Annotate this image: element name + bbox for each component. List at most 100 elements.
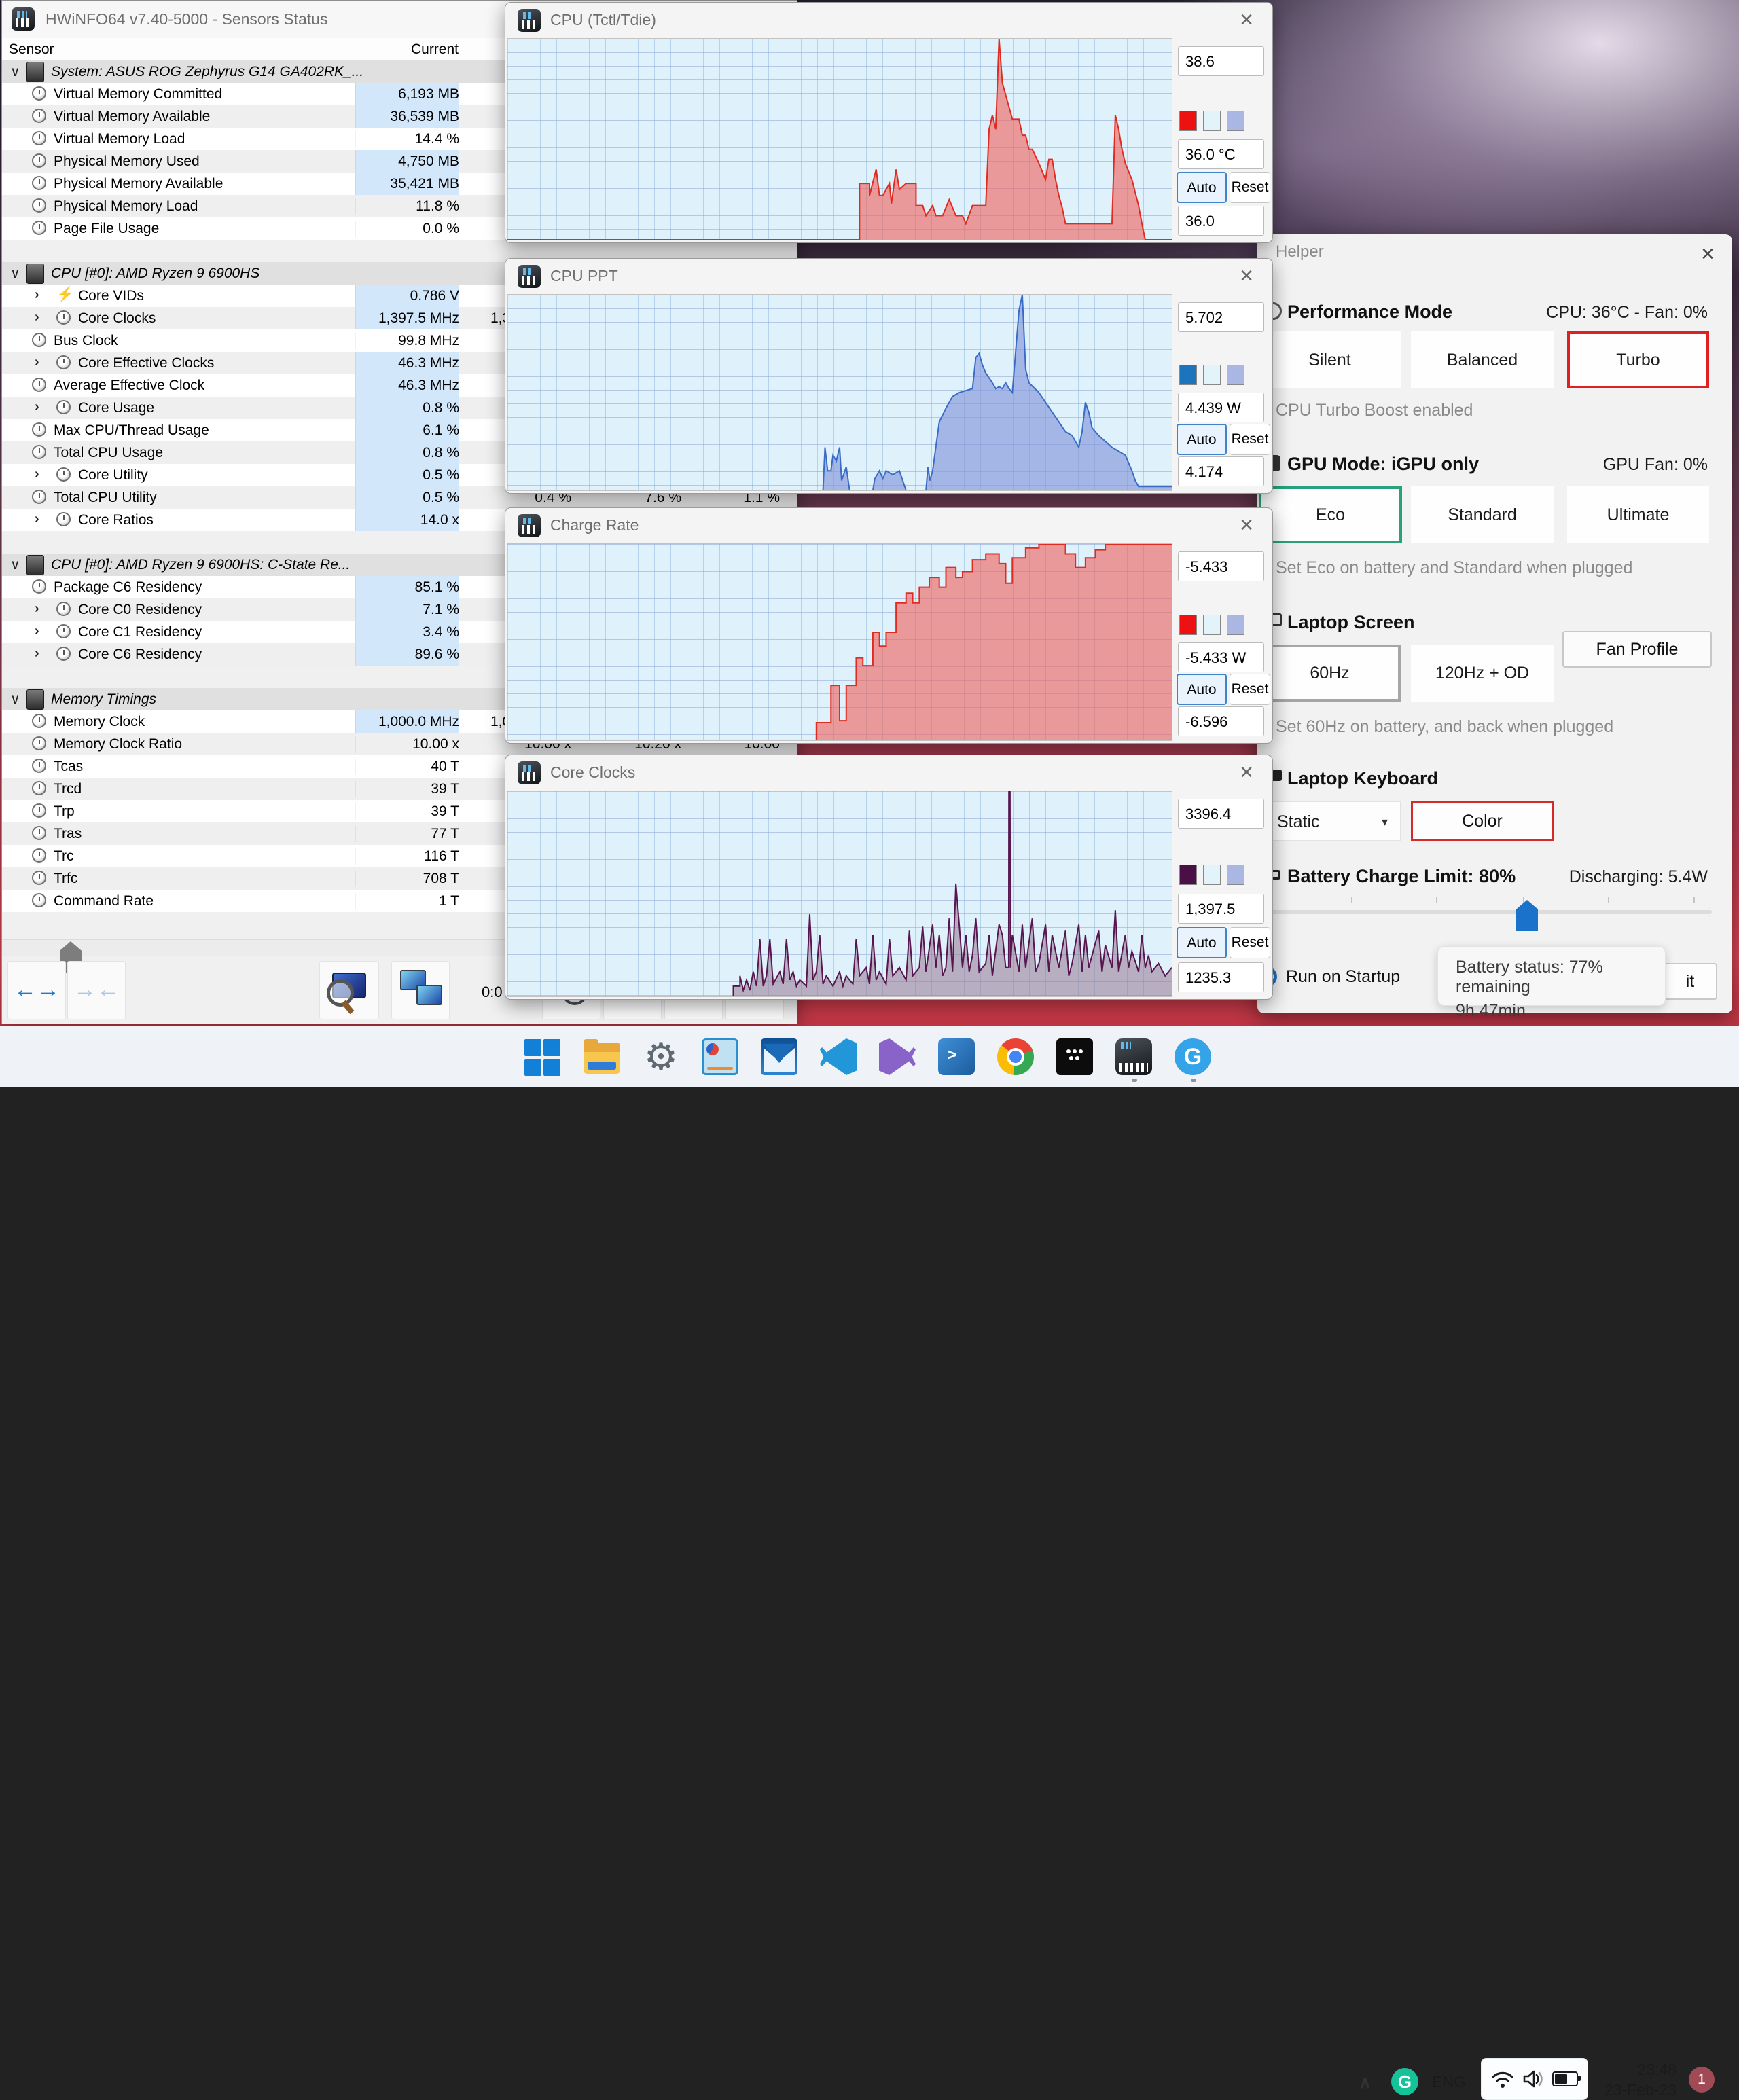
magnifier-icon <box>327 979 354 1007</box>
series-color-swatch[interactable] <box>1179 865 1197 885</box>
expand-chevron-icon[interactable]: › <box>35 399 39 415</box>
notification-badge[interactable]: 1 <box>1689 2067 1715 2093</box>
grid-color-swatch[interactable] <box>1227 865 1244 885</box>
sensor-current-value: 6.1 % <box>355 419 459 441</box>
sensor-label: Memory Clock <box>54 714 145 729</box>
reset-button[interactable]: Reset <box>1230 927 1270 958</box>
background-color-swatch[interactable] <box>1203 615 1221 635</box>
collapse-columns-button[interactable]: →← <box>67 961 126 1019</box>
quit-button-fragment[interactable]: it <box>1663 963 1717 1000</box>
battery-status-tooltip: Battery status: 77% remaining 9h 47min <box>1437 946 1666 1020</box>
expand-chevron-icon[interactable]: › <box>35 646 39 662</box>
column-current[interactable]: Current <box>355 41 459 58</box>
mode-silent-button[interactable]: Silent <box>1259 331 1401 388</box>
clock-icon <box>32 871 46 885</box>
slider-thumb[interactable] <box>1516 900 1538 931</box>
fan-profile-button[interactable]: Fan Profile <box>1562 631 1712 668</box>
gpu-heading: GPU Mode: iGPU only <box>1287 454 1480 474</box>
background-color-swatch[interactable] <box>1203 365 1221 385</box>
mode-balanced-button[interactable]: Balanced <box>1411 331 1554 388</box>
expand-chevron-icon[interactable]: › <box>35 287 39 303</box>
background-color-swatch[interactable] <box>1203 111 1221 131</box>
close-icon[interactable]: × <box>1233 263 1260 289</box>
graph-window-core-clocks: Core Clocks × 3396.4 1,397.5 MHzAuto FitRes… <box>505 755 1273 1000</box>
taskbar-settings[interactable]: ⚙ <box>643 1038 679 1076</box>
grid-color-swatch[interactable] <box>1227 615 1244 635</box>
collapse-chevron-icon[interactable]: ∨ <box>10 265 20 282</box>
auto-fit-button[interactable]: Auto Fit <box>1177 172 1227 225</box>
taskbar-remote-display[interactable] <box>1056 1038 1093 1075</box>
remote-monitors-button[interactable] <box>391 961 450 1019</box>
graph-titlebar[interactable]: CPU PPT × <box>505 259 1272 294</box>
expand-columns-button[interactable]: ←→ <box>7 961 66 1019</box>
expand-chevron-icon[interactable]: › <box>35 310 39 325</box>
mode-turbo-button[interactable]: Turbo <box>1567 331 1709 388</box>
clock-icon <box>32 333 46 347</box>
taskbar-hwinfo[interactable] <box>1115 1038 1152 1082</box>
graph-titlebar[interactable]: CPU (Tctl/Tdie) × <box>505 3 1272 38</box>
gpu-eco-button[interactable]: Eco <box>1259 486 1402 543</box>
language-indicator[interactable]: ENG <box>1432 2073 1466 2091</box>
screen-magnifier-button[interactable] <box>319 961 379 1019</box>
clock-icon <box>32 378 46 392</box>
taskbar-chrome[interactable] <box>997 1038 1034 1075</box>
tray-chevron-up-icon[interactable]: ∧ <box>1359 2072 1372 2093</box>
keyboard-color-button[interactable]: Color <box>1411 801 1554 841</box>
taskbar-powershell[interactable]: >_ <box>938 1038 975 1075</box>
collapse-chevron-icon[interactable]: ∨ <box>10 556 20 573</box>
expand-chevron-icon[interactable]: › <box>35 355 39 370</box>
collapse-chevron-icon[interactable]: ∨ <box>10 63 20 80</box>
gpu-ultimate-button[interactable]: Ultimate <box>1567 486 1709 543</box>
auto-fit-button[interactable]: Auto Fit <box>1177 424 1227 477</box>
collapse-chevron-icon[interactable]: ∨ <box>10 691 20 708</box>
graph-titlebar[interactable]: Core Clocks × <box>505 755 1272 791</box>
auto-fit-button[interactable]: Auto Fit <box>1177 927 1227 981</box>
graph-titlebar[interactable]: Charge Rate × <box>505 508 1272 543</box>
taskbar-hwinfo-monitor[interactable] <box>702 1038 738 1075</box>
close-icon[interactable]: × <box>1701 241 1715 268</box>
sensor-label: Trp <box>54 803 75 819</box>
refresh-120hz-button[interactable]: 120Hz + OD <box>1411 645 1554 702</box>
close-icon[interactable]: × <box>1233 759 1260 786</box>
reset-button[interactable]: Reset <box>1230 674 1270 705</box>
taskbar-mail[interactable] <box>761 1038 797 1075</box>
hwinfo-app-icon <box>518 9 541 32</box>
reset-button[interactable]: Reset <box>1230 172 1270 203</box>
series-color-swatch[interactable] <box>1179 365 1197 385</box>
series-color-swatch[interactable] <box>1179 111 1197 131</box>
sensor-label: Physical Memory Available <box>54 176 223 192</box>
close-icon[interactable]: × <box>1233 7 1260 33</box>
keyboard-mode-dropdown[interactable]: Static ▾ <box>1259 801 1401 841</box>
taskbar-vscode[interactable] <box>820 1038 857 1075</box>
grid-color-swatch[interactable] <box>1227 111 1244 131</box>
grid-color-swatch[interactable] <box>1227 365 1244 385</box>
grammarly-tray-icon[interactable]: G <box>1391 2068 1418 2095</box>
expand-chevron-icon[interactable]: › <box>35 623 39 639</box>
sensor-current-value: 39 T <box>355 803 459 820</box>
series-color-swatch[interactable] <box>1179 615 1197 635</box>
expand-chevron-icon[interactable]: › <box>35 467 39 482</box>
start-button[interactable] <box>524 1038 561 1076</box>
sensor-current-value: 0.5 % <box>355 486 459 509</box>
graph-buttons: Auto FitReset <box>1177 674 1270 727</box>
tray-clock[interactable]: 23:48 23-Feb-23 <box>1596 2059 1677 2100</box>
column-sensor[interactable]: Sensor <box>9 41 54 58</box>
battery-limit-slider[interactable] <box>1259 910 1712 914</box>
expand-chevron-icon[interactable]: › <box>35 601 39 617</box>
sensor-label: Command Rate <box>54 893 154 909</box>
refresh-60hz-button[interactable]: 60Hz <box>1259 645 1401 702</box>
sensor-current-value: 14.4 % <box>355 131 459 147</box>
gpu-standard-button[interactable]: Standard <box>1411 486 1554 543</box>
taskbar-file-explorer[interactable] <box>584 1038 620 1075</box>
clock-icon <box>32 781 46 795</box>
taskbar-ghelper[interactable]: G <box>1175 1038 1211 1082</box>
auto-fit-button[interactable]: Auto Fit <box>1177 674 1227 727</box>
sensor-current-value: 1 T <box>355 893 459 909</box>
reset-button[interactable]: Reset <box>1230 424 1270 455</box>
sensor-label: Core C0 Residency <box>78 602 202 617</box>
expand-chevron-icon[interactable]: › <box>35 511 39 527</box>
tray-quick-settings[interactable] <box>1481 2058 1588 2100</box>
taskbar-visual-studio[interactable] <box>879 1038 916 1075</box>
background-color-swatch[interactable] <box>1203 865 1221 885</box>
close-icon[interactable]: × <box>1233 512 1260 539</box>
